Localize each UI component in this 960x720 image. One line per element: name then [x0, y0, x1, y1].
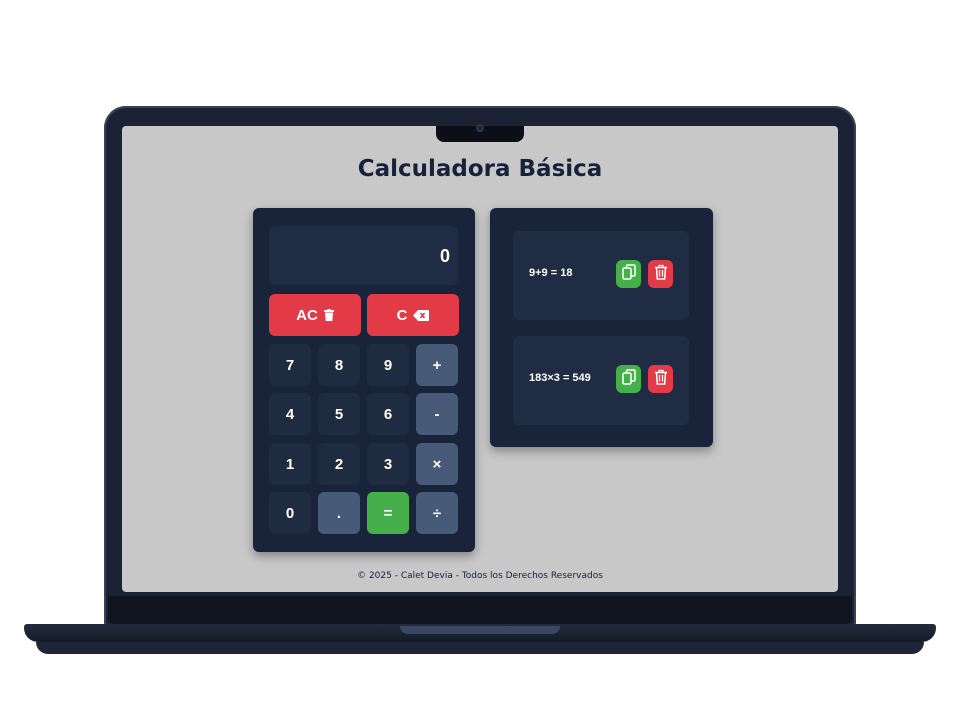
key-5[interactable]: 5 [318, 393, 360, 435]
clear-button[interactable]: C [367, 294, 459, 336]
key-plus[interactable]: + [416, 344, 458, 386]
clear-all-label: AC [296, 306, 318, 324]
history-expression: 183×3 = 549 [529, 372, 591, 384]
key-divide[interactable]: ÷ [416, 492, 458, 534]
trash-icon [323, 309, 334, 321]
key-1[interactable]: 1 [269, 443, 311, 485]
key-3[interactable]: 3 [367, 443, 409, 485]
laptop-base-bottom [36, 642, 924, 654]
history-item: 183×3 = 549 [513, 336, 689, 425]
clear-all-button[interactable]: AC [269, 294, 361, 336]
trash-icon [654, 369, 668, 390]
key-dot[interactable]: . [318, 492, 360, 534]
footer-text: © 2025 - Calet Devia - Todos los Derecho… [357, 571, 603, 581]
history-item: 9+9 = 18 [513, 231, 689, 320]
delete-button[interactable] [648, 260, 673, 288]
laptop-screen [122, 126, 838, 592]
key-0[interactable]: 0 [269, 492, 311, 534]
laptop-hinge [400, 626, 560, 634]
key-9[interactable]: 9 [367, 344, 409, 386]
copy-icon [621, 263, 636, 285]
key-4[interactable]: 4 [269, 393, 311, 435]
laptop-chin [108, 596, 852, 624]
key-8[interactable]: 8 [318, 344, 360, 386]
key-equals[interactable]: = [367, 492, 409, 534]
key-6[interactable]: 6 [367, 393, 409, 435]
trash-icon [654, 264, 668, 285]
copy-button[interactable] [616, 365, 641, 393]
backspace-icon [413, 309, 430, 321]
calculator-panel: 0 AC C 7 8 9 + 4 5 6 - 1 2 3 × 0 . = ÷ [253, 208, 475, 552]
clear-label: C [396, 306, 408, 324]
key-7[interactable]: 7 [269, 344, 311, 386]
copy-button[interactable] [616, 260, 641, 288]
calculator-display: 0 [269, 226, 458, 285]
camera-icon [476, 124, 484, 132]
copy-icon [621, 368, 636, 390]
history-panel: 9+9 = 18 183×3 = 549 [490, 208, 713, 447]
delete-button[interactable] [648, 365, 673, 393]
key-minus[interactable]: - [416, 393, 458, 435]
history-expression: 9+9 = 18 [529, 267, 573, 279]
key-times[interactable]: × [416, 443, 458, 485]
key-2[interactable]: 2 [318, 443, 360, 485]
page-title: Calculadora Básica [357, 156, 603, 182]
